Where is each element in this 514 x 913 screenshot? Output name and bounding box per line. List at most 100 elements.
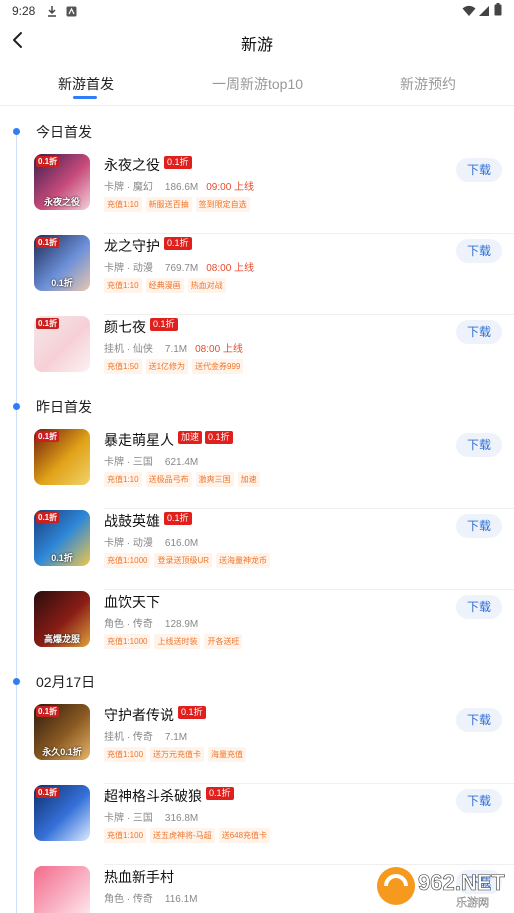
game-name[interactable]: 龙之守护 — [104, 236, 160, 256]
tag-row: 0.1折 — [206, 787, 234, 800]
timeline-line — [16, 130, 17, 913]
download-button[interactable]: 下载 — [456, 320, 502, 344]
perk-tag: 海量充值 — [208, 747, 247, 762]
perk-tag: 充值1:10 — [104, 472, 142, 487]
game-icon[interactable]: 0.1折 0.1折 — [34, 510, 90, 566]
nav-bar: 新游 — [0, 22, 514, 62]
tab-new-release[interactable]: 新游首发 — [58, 74, 114, 94]
perk-tag: 送极品弓布 — [145, 472, 192, 487]
game-icon[interactable]: 0.1折 — [34, 316, 90, 372]
game-meta: 卡牌 · 三国 621.4M — [104, 453, 198, 468]
game-size: 621.4M — [164, 457, 199, 468]
discount-tag: 0.1折 — [150, 318, 178, 331]
perk-list: 充值1:50 送1亿修为 送代金券999 — [104, 359, 244, 374]
game-icon[interactable]: 高爆龙服 — [34, 591, 90, 647]
launch-time: 08:00 上线 — [195, 344, 243, 355]
discount-tag: 0.1折 — [178, 706, 206, 719]
tag-row: 0.1折 — [150, 318, 178, 331]
perk-list: 充值1:1000 上线送时装 开各送旺 — [104, 634, 243, 649]
status-bar: 9:28 — [0, 0, 514, 22]
game-meta: 卡牌 · 三国 316.8M — [104, 809, 198, 824]
perk-tag: 热血对战 — [187, 278, 226, 293]
page-title: 新游 — [240, 37, 273, 54]
game-meta: 角色 · 传奇 116.1M — [104, 890, 198, 905]
game-size: 116.1M — [164, 894, 198, 905]
game-meta: 卡牌 · 动漫 769.7M 08:00 上线 — [104, 259, 254, 274]
icon-discount-badge: 0.1折 — [36, 237, 60, 248]
perk-tag: 充值1:50 — [104, 359, 142, 374]
game-card[interactable]: 0.1折 永夜之役 永夜之役 0.1折卡牌 · 魔幻 186.6M 09:00 上线 充值1… — [34, 154, 514, 234]
download-button[interactable]: 下载 — [456, 514, 502, 538]
perk-tag: 送1亿修为 — [145, 359, 189, 374]
game-card[interactable]: 0.1折 0.1折 战鼓英雄 0.1折 卡牌 · 动漫 616.0M 充值1:1000 登录送… — [34, 510, 514, 590]
icon-caption: 永夜之役 — [43, 197, 80, 207]
download-status-icon — [46, 4, 58, 17]
game-name[interactable]: 守护者传说 — [104, 705, 174, 725]
signal-icon — [478, 4, 490, 16]
perk-tag: 送海量神龙币 — [216, 553, 271, 568]
perk-tag: 送代金券999 — [192, 359, 244, 374]
perk-tag: 送万元充值卡 — [150, 747, 205, 762]
game-name[interactable]: 战鼓英雄 — [104, 511, 160, 531]
download-button[interactable]: 下载 — [456, 433, 502, 457]
game-size: 769.7M — [164, 263, 199, 274]
game-name[interactable]: 热血新手村 — [104, 867, 174, 887]
game-card[interactable]: 0.1折 0.1折 龙之守护 0.1折卡牌 · 动漫 769.7M 08:00 上线充值1… — [34, 235, 514, 315]
game-icon[interactable]: 0.1折 0.1折 — [34, 235, 90, 291]
game-card[interactable]: 0.1折 颜七夜 0.1折 挂机 · 仙侠 7.1M 08:00 上线 充值1:50 送1亿修… — [34, 316, 514, 396]
game-name[interactable]: 永夜之役 — [104, 155, 160, 175]
perk-tag: 充值1:10 — [104, 278, 142, 293]
game-name[interactable]: 暴走萌星人 — [104, 430, 174, 450]
game-size: 128.9M — [164, 619, 199, 630]
tab-bar: 新游首发 一周新游top10 新游预约 — [0, 66, 514, 106]
game-card[interactable]: 0.1折 暴走萌星人 加速 0.1折 卡牌 · 三国 621.4M 充值1:10 送极品弓布激… — [34, 429, 514, 509]
perk-tag: 充值1:10 — [104, 197, 142, 212]
game-meta: 卡牌 · 魔幻 186.6M 09:00 上线 — [104, 178, 254, 193]
svg-text:962.NET: 962.NET — [418, 870, 505, 895]
game-icon[interactable] — [34, 866, 90, 913]
game-card[interactable]: 0.1折 永久0.1折 守护者传说 0.1折 挂机 · 传奇 7.1M 充值1:100 送万元… — [34, 704, 514, 784]
game-category: 卡牌 · 三国 — [104, 457, 153, 468]
game-name[interactable]: 血饮天下 — [104, 592, 160, 612]
svg-text:乐游网: 乐游网 — [456, 896, 489, 909]
game-card[interactable]: 高爆龙服 血饮天下角色 · 传奇 128.9M 充值1:1000 上线送时装 开各送旺 下载 — [34, 591, 514, 671]
discount-tag: 加速 — [178, 431, 203, 444]
launch-time: 08:00 上线 — [206, 263, 255, 274]
download-button[interactable]: 下载 — [456, 595, 502, 619]
tab-reservation[interactable]: 新游预约 — [400, 74, 456, 94]
divider — [104, 314, 514, 315]
icon-discount-badge: 0.1折 — [36, 787, 60, 798]
game-icon[interactable]: 0.1折 永久0.1折 — [34, 704, 90, 760]
perk-tag: 充值1:100 — [104, 828, 147, 843]
download-button[interactable]: 下载 — [456, 708, 502, 732]
game-size: 186.6M — [164, 182, 199, 193]
icon-caption: 0.1折 — [51, 553, 73, 563]
wifi-icon — [462, 4, 476, 16]
perk-tag: 充值1:1000 — [104, 634, 151, 649]
timeline-list[interactable]: 今日首发 0.1折 永夜之役 永夜之役 0.1折 卡牌 · 魔幻 186.6M 09:00 上… — [0, 106, 514, 913]
icon-discount-badge: 0.1折 — [36, 318, 60, 329]
perk-tag: 充值1:100 — [104, 747, 147, 762]
download-button[interactable]: 下载 — [456, 158, 502, 182]
game-name[interactable]: 颜七夜 — [104, 317, 146, 337]
download-button[interactable]: 下载 — [456, 239, 502, 263]
game-meta: 卡牌 · 动漫 616.0M — [104, 534, 198, 549]
tag-row: 加速 0.1折 — [178, 431, 233, 444]
perk-list: 充值1:100 送万元充值卡 海量充值 — [104, 747, 247, 762]
game-category: 角色 · 传奇 — [104, 619, 153, 630]
game-icon[interactable]: 0.1折 — [34, 785, 90, 841]
download-button[interactable]: 下载 — [456, 789, 502, 813]
perk-tag: 开各送旺 — [204, 634, 243, 649]
timeline-dot — [13, 128, 20, 135]
icon-discount-badge: 0.1折 — [36, 512, 60, 523]
section-title: 02月17日 — [36, 674, 96, 690]
tab-weekly-top10[interactable]: 一周新游top10 — [212, 74, 303, 94]
game-card[interactable]: 0.1折 超神格斗杀破狼 0.1折 卡牌 · 三国 316.8M 充值1:100 送五虎神将… — [34, 785, 514, 865]
game-category: 卡牌 · 动漫 — [104, 263, 153, 274]
icon-discount-badge: 0.1折 — [36, 431, 60, 442]
game-icon[interactable]: 0.1折 — [34, 429, 90, 485]
game-icon[interactable]: 0.1折 永夜之役 — [34, 154, 90, 210]
discount-tag: 0.1折 — [205, 431, 233, 444]
tag-row: 0.1折 — [164, 156, 192, 169]
game-name[interactable]: 超神格斗杀破狼 — [104, 786, 202, 806]
